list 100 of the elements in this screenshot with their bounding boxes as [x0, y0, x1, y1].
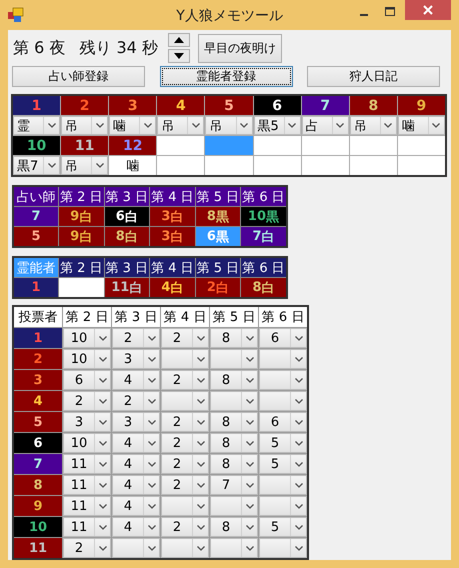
vote-dropdown[interactable]	[259, 538, 307, 558]
vote-dropdown[interactable]	[259, 370, 307, 390]
vote-dropdown[interactable]: 2	[161, 328, 209, 348]
status-dropdown[interactable]: 黒5	[254, 116, 301, 135]
vote-dropdown[interactable]: 8	[210, 370, 258, 390]
vote-dropdown[interactable]	[210, 349, 258, 369]
vote-dropdown[interactable]	[161, 349, 209, 369]
vote-dropdown[interactable]: 2	[63, 538, 111, 558]
chevron-down-icon	[294, 336, 302, 340]
status-dropdown[interactable]: 吊	[61, 156, 108, 175]
vote-dropdown[interactable]: 4	[112, 433, 160, 453]
vote-dropdown[interactable]: 8	[210, 433, 258, 453]
chevron-down-icon	[246, 440, 254, 446]
vote-dropdown[interactable]	[210, 391, 258, 411]
status-dropdown[interactable]: 吊	[157, 116, 204, 135]
selected-cell[interactable]	[205, 136, 253, 155]
vote-dropdown[interactable]: 8	[210, 517, 258, 537]
vote-dropdown[interactable]: 4	[112, 370, 160, 390]
header-cell: 第 4 日	[150, 187, 195, 206]
chevron-down-icon	[98, 378, 106, 382]
voter-cell: 1	[14, 328, 62, 348]
vote-dropdown[interactable]	[161, 538, 209, 558]
chevron-down-icon	[98, 524, 106, 530]
vote-dropdown[interactable]: 10	[63, 433, 111, 453]
vote-dropdown[interactable]: 2	[161, 370, 209, 390]
status-dropdown[interactable]: 霊	[13, 116, 60, 135]
vote-dropdown[interactable]	[210, 538, 258, 558]
chevron-down-icon	[96, 123, 104, 128]
voter-cell: 8	[14, 475, 62, 495]
vote-dropdown[interactable]: 4	[112, 475, 160, 495]
vote-dropdown[interactable]: 11	[63, 517, 111, 537]
vote-dropdown[interactable]: 3	[112, 349, 160, 369]
status-dropdown[interactable]: 噛	[398, 116, 445, 135]
table-cell: 1	[14, 278, 58, 297]
vote-dropdown[interactable]: 4	[112, 496, 160, 516]
chevron-down-icon	[192, 123, 200, 128]
register-button[interactable]: 狩人日記	[307, 66, 440, 87]
header-cell: 第 2 日	[59, 258, 104, 277]
vote-dropdown[interactable]: 7	[210, 475, 258, 495]
vote-dropdown[interactable]	[161, 391, 209, 411]
vote-dropdown[interactable]: 10	[63, 349, 111, 369]
status-dropdown[interactable]: 吊	[61, 116, 108, 135]
table-cell: 6白	[104, 207, 150, 226]
vote-dropdown[interactable]: 5	[259, 517, 307, 537]
chevron-down-icon	[294, 356, 302, 362]
vote-dropdown[interactable]	[161, 496, 209, 516]
status-dropdown[interactable]: 吊	[350, 116, 397, 135]
vote-dropdown[interactable]: 8	[210, 454, 258, 474]
vote-dropdown[interactable]	[259, 391, 307, 411]
dawn-button[interactable]: 早目の夜明け	[198, 34, 282, 62]
register-button[interactable]: 占い師登録	[12, 66, 145, 87]
chevron-down-icon	[148, 504, 156, 508]
vote-dropdown[interactable]: 11	[63, 454, 111, 474]
status-dropdown[interactable]: 占	[302, 116, 349, 135]
vote-dropdown[interactable]	[210, 496, 258, 516]
status-dropdown[interactable]: 噛	[109, 116, 156, 135]
table-cell: 8白	[104, 227, 150, 246]
vote-dropdown[interactable]: 5	[259, 433, 307, 453]
vote-dropdown[interactable]: 2	[161, 475, 209, 495]
table-cell: 5	[14, 227, 58, 246]
vote-dropdown[interactable]	[259, 496, 307, 516]
vote-dropdown[interactable]: 11	[63, 475, 111, 495]
table-cell: 8黒	[196, 207, 240, 226]
vote-dropdown[interactable]	[259, 475, 307, 495]
player-header: 4	[157, 96, 204, 115]
chevron-down-icon	[98, 356, 106, 362]
vote-dropdown[interactable]: 6	[259, 328, 307, 348]
close-icon[interactable]	[405, 0, 451, 20]
vote-dropdown[interactable]: 10	[63, 328, 111, 348]
chevron-down-icon	[196, 546, 204, 550]
chevron-down-icon	[294, 420, 302, 424]
vote-dropdown[interactable]: 6	[259, 412, 307, 432]
vote-dropdown[interactable]: 6	[63, 370, 111, 390]
chevron-down-icon	[196, 482, 204, 488]
vote-dropdown[interactable]: 3	[63, 412, 111, 432]
chevron-down-icon	[98, 482, 106, 488]
header-cell: 第 6 日	[241, 258, 286, 277]
chevron-down-icon	[246, 336, 254, 340]
vote-dropdown[interactable]: 4	[112, 517, 160, 537]
table-cell: 10黒	[241, 207, 286, 226]
status-dropdown[interactable]: 吊	[205, 116, 253, 135]
vote-dropdown[interactable]: 2	[161, 412, 209, 432]
vote-dropdown[interactable]	[112, 538, 160, 558]
vote-dropdown[interactable]: 2	[161, 454, 209, 474]
voter-cell: 4	[14, 391, 62, 411]
vote-dropdown[interactable]: 2	[161, 517, 209, 537]
vote-dropdown[interactable]: 2	[63, 391, 111, 411]
vote-dropdown[interactable]	[259, 349, 307, 369]
register-button[interactable]: 霊能者登録	[160, 66, 292, 87]
vote-dropdown[interactable]: 2	[112, 328, 160, 348]
vote-dropdown[interactable]: 8	[210, 328, 258, 348]
vote-dropdown[interactable]: 5	[259, 454, 307, 474]
vote-dropdown[interactable]: 2	[112, 391, 160, 411]
vote-dropdown[interactable]: 8	[210, 412, 258, 432]
vote-dropdown[interactable]: 3	[112, 412, 160, 432]
status-dropdown[interactable]: 黒7	[13, 156, 60, 175]
vote-dropdown[interactable]: 11	[63, 496, 111, 516]
player-header: 9	[398, 96, 445, 115]
vote-dropdown[interactable]: 4	[112, 454, 160, 474]
vote-dropdown[interactable]: 2	[161, 433, 209, 453]
